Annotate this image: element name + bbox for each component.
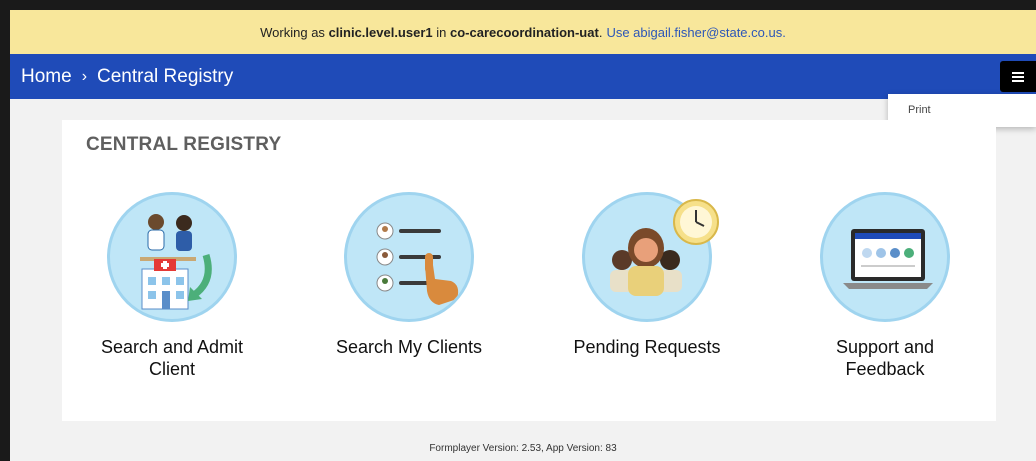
support-feedback-icon (820, 192, 950, 322)
breadcrumb-home[interactable]: Home (21, 66, 72, 88)
login-as-banner: Working as clinic.level.user1 in co-care… (10, 10, 1036, 54)
registry-card: CENTRAL REGISTRY Search and Admit Client… (62, 120, 996, 421)
tile-label: Search My Clients (335, 337, 483, 357)
tile-label: Support and Feedback (835, 337, 935, 379)
breadcrumb-current: Central Registry (97, 65, 234, 87)
menu-button[interactable] (1000, 61, 1036, 92)
tile-pending-requests[interactable]: Pending Requests (557, 192, 737, 358)
banner-mid: in (436, 24, 447, 40)
switch-user-link[interactable]: Use abigail.fisher@state.co.us. (606, 25, 785, 40)
hamburger-icon (1012, 71, 1024, 82)
banner-domain: co-carecoordination-uat (450, 24, 599, 40)
tile-search-my-clients[interactable]: Search My Clients (319, 192, 499, 358)
breadcrumb: Home › Central Registry (10, 66, 233, 88)
version-footer: Formplayer Version: 2.53, App Version: 8… (429, 443, 617, 454)
search-clients-icon (344, 192, 474, 322)
pending-requests-icon (582, 192, 719, 322)
app-frame: Working as clinic.level.user1 in co-care… (10, 10, 1036, 461)
tile-search-admit-client[interactable]: Search and Admit Client (82, 192, 262, 380)
tile-support-feedback[interactable]: Support and Feedback (795, 192, 975, 380)
tile-label: Search and Admit Client (100, 337, 244, 379)
banner-prefix: Working as (260, 24, 325, 40)
print-menu-item[interactable]: Print (908, 104, 931, 116)
banner-user: clinic.level.user1 (328, 24, 433, 40)
breadcrumb-separator: › (81, 67, 88, 85)
tile-label: Pending Requests (573, 337, 721, 357)
admit-client-icon (107, 192, 237, 322)
navbar: Home › Central Registry (10, 54, 1036, 99)
page-title: CENTRAL REGISTRY (86, 134, 282, 155)
